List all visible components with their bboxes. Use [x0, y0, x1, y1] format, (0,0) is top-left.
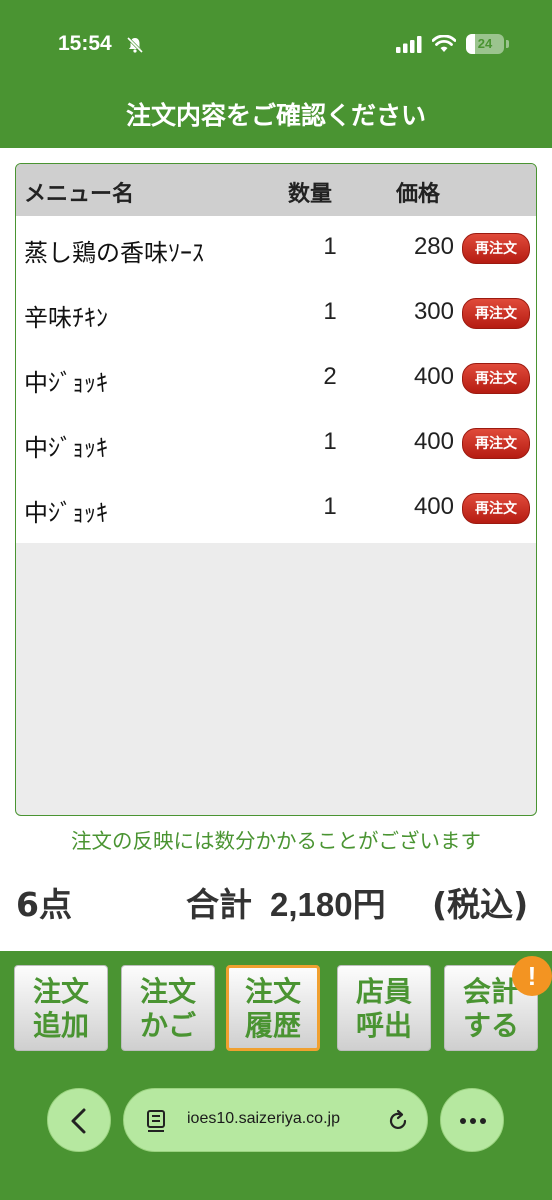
order-cart-button[interactable]: 注文 かご	[121, 965, 215, 1051]
tax-note: (税込)	[432, 885, 529, 924]
column-price: 価格	[396, 182, 441, 207]
wifi-icon	[432, 35, 456, 52]
column-quantity: 数量	[288, 182, 333, 207]
nav-label-line1: 店員	[355, 975, 412, 1008]
reorder-button[interactable]: 再注文	[462, 428, 530, 459]
status-time: 15:54	[58, 32, 112, 55]
item-price: 400	[413, 428, 454, 455]
total-amount: 2,180円	[270, 886, 386, 923]
nav-label-line2: 履歴	[244, 1009, 301, 1042]
table-row: 蒸し鶏の香味ｿｰｽ 1 280 再注文	[16, 216, 536, 281]
item-price: 300	[413, 298, 454, 325]
item-price: 400	[413, 363, 454, 390]
item-quantity: 1	[323, 428, 337, 455]
item-quantity: 1	[323, 298, 337, 325]
nav-label-line2: 呼出	[355, 1009, 412, 1042]
table-row: 中ｼﾞｮｯｷ 1 400 再注文	[16, 476, 536, 541]
alert-badge: !	[512, 956, 552, 996]
nav-label-line2: かご	[139, 1009, 196, 1042]
nav-label-line2: 追加	[32, 1009, 89, 1042]
battery-icon: 24	[466, 34, 504, 54]
table-header: メニュー名 数量 価格	[16, 164, 536, 216]
item-quantity: 1	[323, 493, 337, 520]
back-icon	[71, 1108, 86, 1134]
notice-text: 注文の反映には数分かかることがございます	[71, 829, 481, 853]
item-name: 中ｼﾞｮｯｷ	[24, 369, 108, 397]
reorder-button[interactable]: 再注文	[462, 233, 530, 264]
page-title: 注文内容をご確認ください	[125, 101, 426, 130]
table-body[interactable]: 蒸し鶏の香味ｿｰｽ 1 280 再注文 辛味ﾁｷﾝ 1 300 再注文 中ｼﾞｮ…	[16, 216, 536, 543]
add-order-button[interactable]: 注文 追加	[14, 965, 108, 1051]
item-name: 中ｼﾞｮｯｷ	[24, 434, 108, 462]
item-name: 蒸し鶏の香味ｿｰｽ	[24, 239, 204, 267]
reorder-button[interactable]: 再注文	[462, 363, 530, 394]
nav-label-line1: 注文	[139, 975, 196, 1008]
reorder-button[interactable]: 再注文	[462, 493, 530, 524]
order-history-button[interactable]: 注文 履歴	[226, 965, 320, 1051]
nav-label-line1: 注文	[32, 975, 89, 1008]
battery-cap	[506, 40, 509, 48]
reorder-button[interactable]: 再注文	[462, 298, 530, 329]
order-table: メニュー名 数量 価格 蒸し鶏の香味ｿｰｽ 1 280 再注文 辛味ﾁｷﾝ 1 …	[15, 163, 537, 816]
app-header: 15:54 24 注文内容をご確認ください	[0, 0, 552, 148]
item-name: 中ｼﾞｮｯｷ	[24, 499, 108, 527]
total-label: 合計	[186, 885, 252, 924]
table-row: 中ｼﾞｮｯｷ 2 400 再注文	[16, 346, 536, 411]
call-staff-button[interactable]: 店員 呼出	[337, 965, 431, 1051]
item-price: 280	[413, 233, 454, 260]
bell-slash-icon	[126, 36, 144, 54]
back-button[interactable]	[47, 1088, 111, 1152]
item-price: 400	[413, 493, 454, 520]
column-menu-name: メニュー名	[24, 182, 135, 207]
signal-icon	[396, 36, 422, 53]
item-count: 6点	[16, 885, 72, 924]
url-text: ioes10.saizeriya.co.jp	[187, 1110, 340, 1127]
item-quantity: 2	[323, 363, 337, 390]
table-row: 中ｼﾞｮｯｷ 1 400 再注文	[16, 411, 536, 476]
battery-percent: 24	[477, 36, 493, 51]
item-quantity: 1	[323, 233, 337, 260]
nav-label-line1: 注文	[244, 975, 301, 1008]
page-icon	[147, 1110, 165, 1132]
reload-icon[interactable]	[386, 1109, 410, 1133]
more-icon	[460, 1118, 486, 1124]
more-button[interactable]	[440, 1088, 504, 1152]
table-row: 辛味ﾁｷﾝ 1 300 再注文	[16, 281, 536, 346]
item-name: 辛味ﾁｷﾝ	[24, 304, 108, 332]
address-bar[interactable]: ioes10.saizeriya.co.jp	[123, 1088, 428, 1152]
nav-label-line2: する	[462, 1009, 519, 1042]
